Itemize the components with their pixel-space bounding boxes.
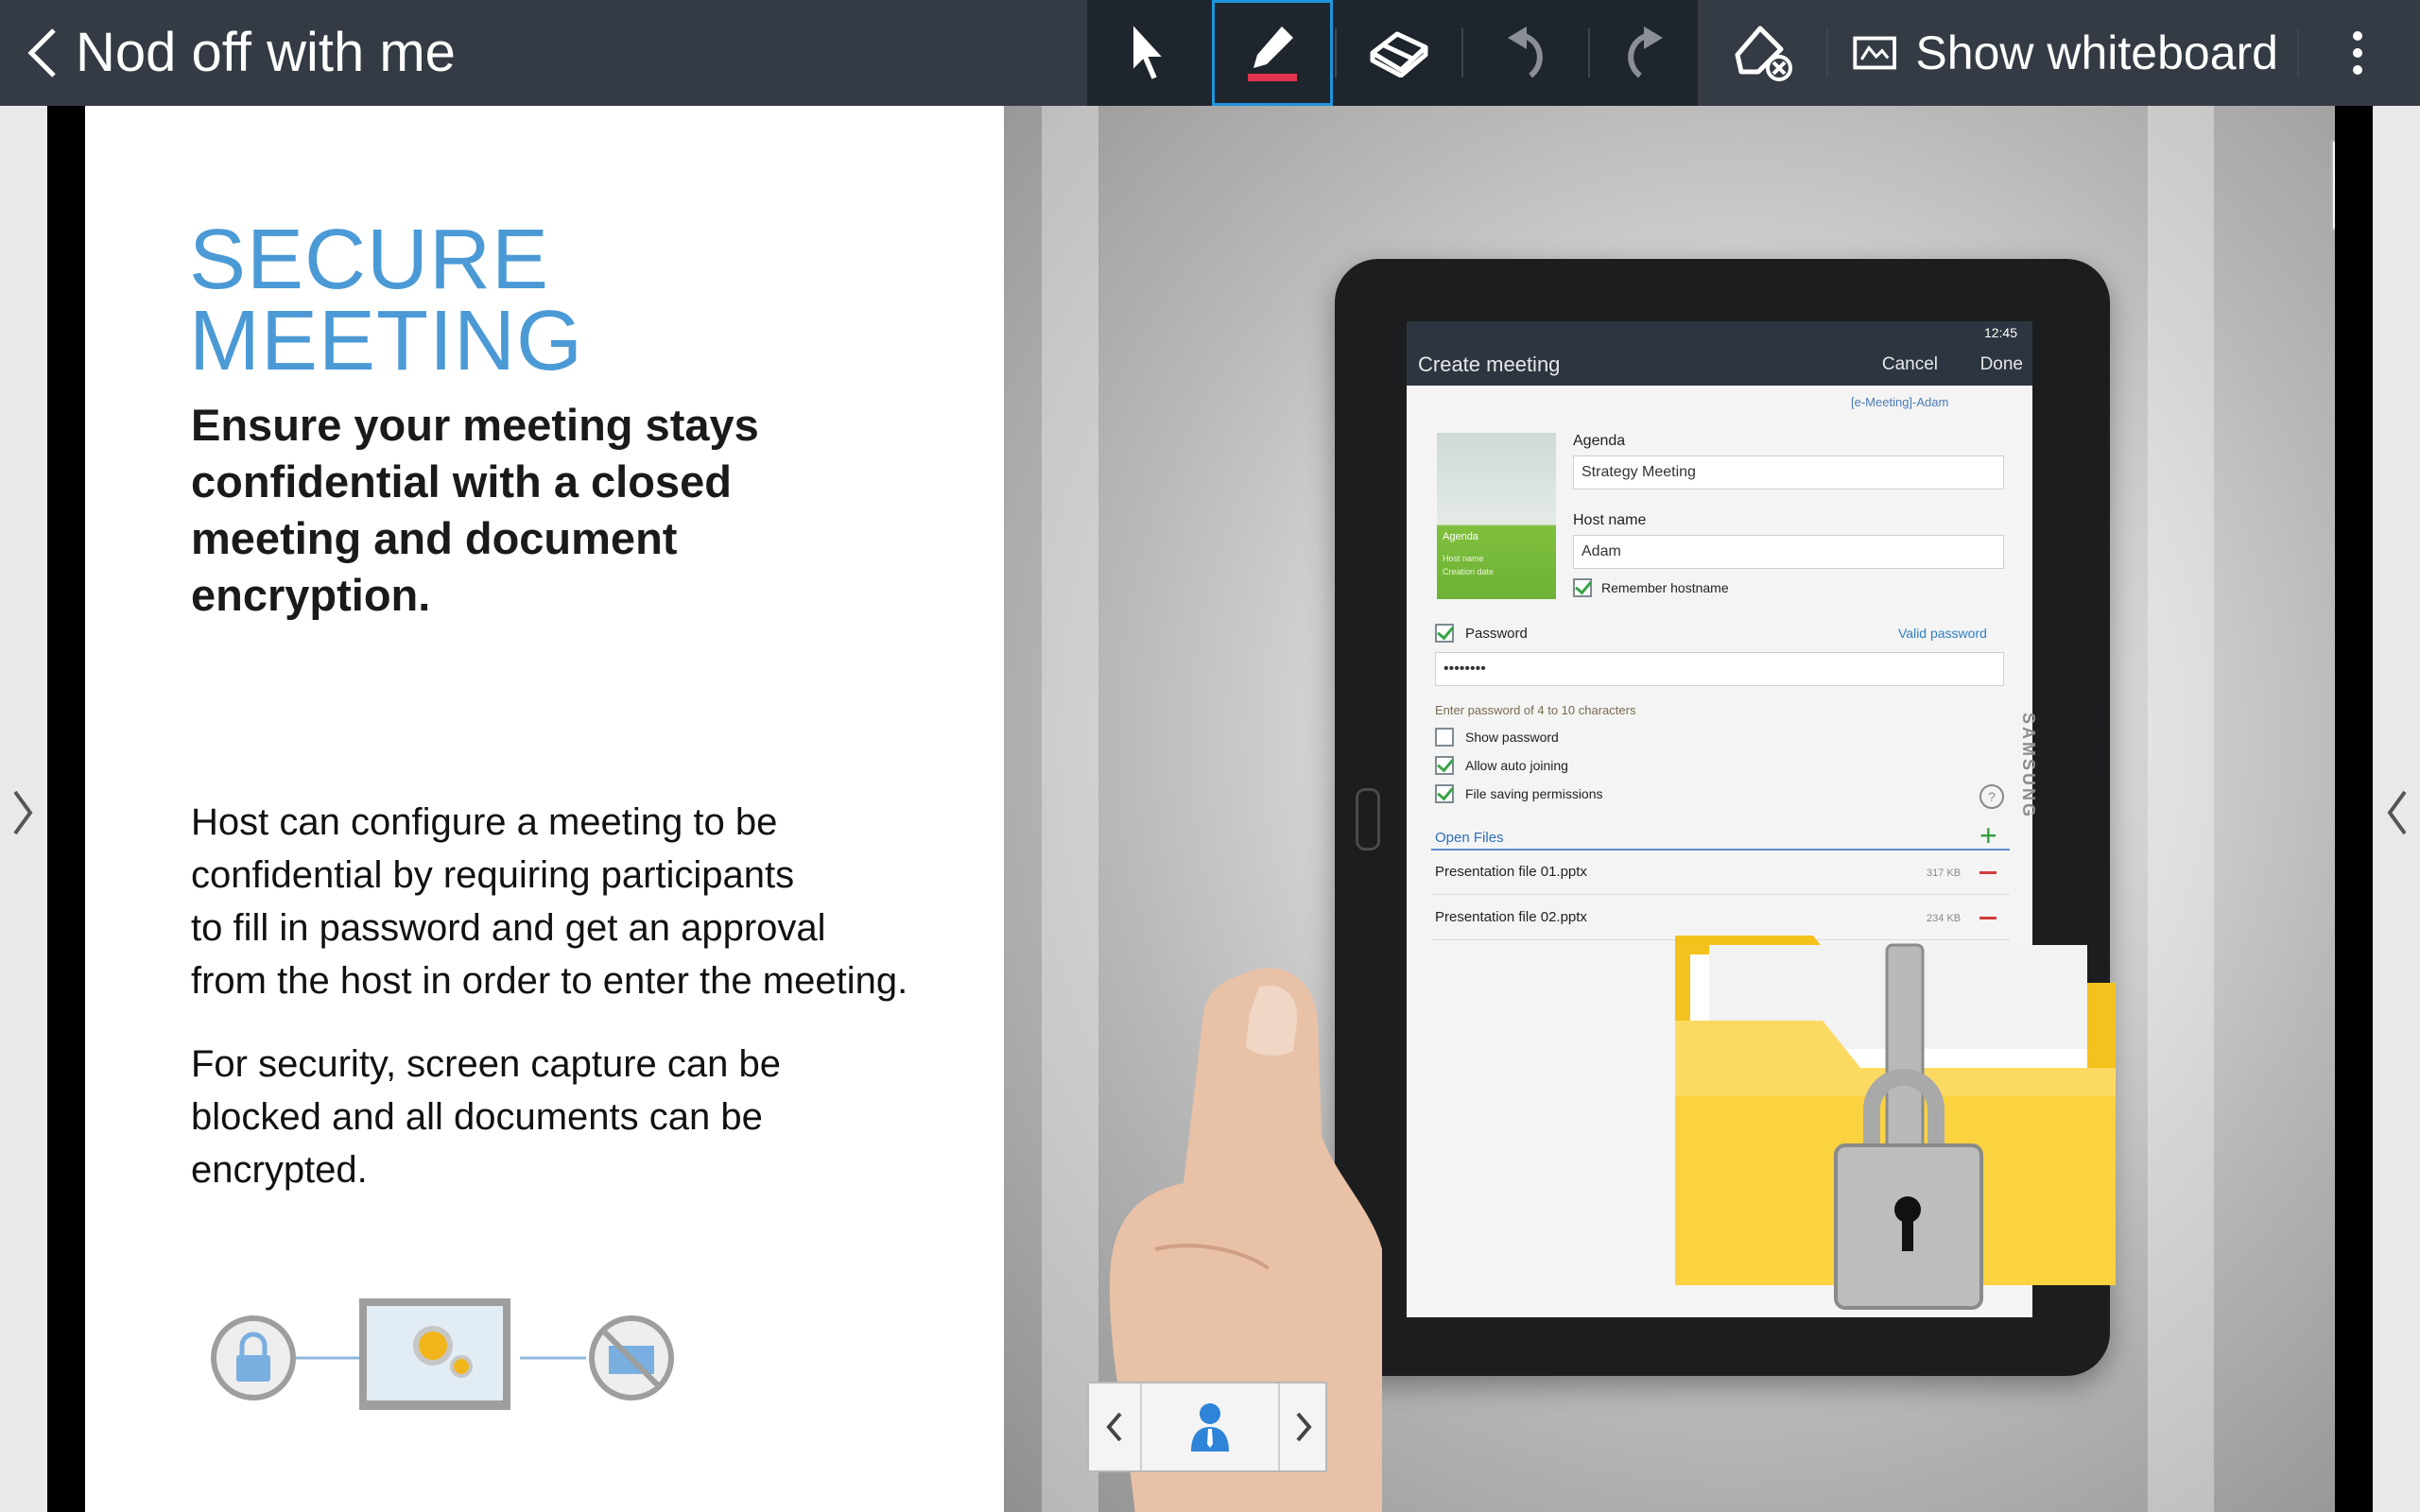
pointer-icon (1132, 22, 1167, 82)
no-capture-circle-icon (589, 1315, 674, 1400)
cancel-label: Cancel (1881, 354, 1938, 374)
undo-button[interactable] (1465, 0, 1586, 106)
chevron-left-icon (2387, 790, 2407, 835)
password-hint: Enter password of 4 to 10 characters (1435, 703, 1636, 717)
eraser-icon (1370, 31, 1428, 77)
host-name-field: Adam (1573, 535, 2004, 569)
meeting-thumbnail: Agenda Host name Creation date (1437, 433, 1556, 599)
headline-line: MEETING (189, 294, 584, 388)
remove-file-icon (1979, 871, 1996, 874)
slide-border-right (2335, 106, 2373, 1512)
allow-auto-joining-checkbox (1435, 756, 1454, 775)
presenter-icon (1191, 1403, 1229, 1452)
previous-slide-button[interactable] (1089, 1383, 1142, 1470)
redo-button[interactable] (1592, 0, 1698, 106)
done-label: Done (1979, 354, 2023, 374)
fullscreen-button[interactable] (2331, 140, 2335, 231)
open-files-label: Open Files (1435, 830, 1504, 846)
file-name: Presentation file 01.pptx (1435, 864, 1587, 880)
show-password-label: Show password (1465, 730, 1559, 745)
chevron-right-icon (1296, 1412, 1312, 1442)
meeting-title: Nod off with me (76, 22, 456, 83)
section-divider (1431, 849, 2010, 850)
eraser-tool-button[interactable] (1339, 0, 1460, 106)
valid-password-label: Valid password (1898, 626, 1987, 641)
row-divider (1431, 894, 2010, 895)
undo-icon (1508, 26, 1543, 78)
create-meeting-title: Create meeting (1418, 352, 1561, 376)
add-file-icon: + (1979, 818, 1997, 852)
background-pillar (2148, 106, 2214, 1512)
brand-logo: SAMSUNG (2019, 713, 2038, 820)
back-arrow-icon (27, 28, 56, 77)
slide-pager (1087, 1382, 1327, 1472)
thumb-title: Agenda (1443, 531, 1478, 542)
toolbar-divider (1335, 28, 1337, 77)
allow-auto-joining-label: Allow auto joining (1465, 758, 1568, 773)
agenda-label: Agenda (1573, 433, 1626, 449)
overflow-menu-icon (2353, 31, 2362, 75)
network-label: [e-Meeting]-Adam (1851, 395, 1949, 409)
back-button[interactable] (13, 25, 70, 81)
presentation-slide[interactable]: SECURE MEETING Ensure your meeting stays… (85, 106, 2335, 1512)
slide-text-panel: SECURE MEETING Ensure your meeting stays… (85, 106, 1004, 1512)
security-flow-illustration (211, 1298, 674, 1410)
next-slide-button[interactable] (1278, 1383, 1327, 1470)
toolbar-divider (2297, 28, 2299, 77)
clear-all-icon (1735, 26, 1792, 81)
background-pillar (1042, 106, 1098, 1512)
file-name: Presentation file 02.pptx (1435, 909, 1587, 925)
password-checkbox (1435, 624, 1454, 643)
whiteboard-icon (1853, 36, 1897, 70)
lock-circle-icon (211, 1315, 296, 1400)
toolbar-divider (1826, 28, 1828, 77)
toolbar-divider (1461, 28, 1463, 77)
file-saving-permissions-checkbox (1435, 784, 1454, 803)
redo-icon (1628, 26, 1663, 78)
pointer-tool-button[interactable] (1087, 0, 1208, 106)
pen-icon (1248, 26, 1297, 81)
thumb-line: Creation date (1443, 567, 1495, 576)
chevron-right-icon (13, 790, 33, 835)
slide-paragraph: Host can configure a meeting to be confi… (191, 801, 908, 1002)
agenda-field: Strategy Meeting (1573, 455, 2004, 490)
open-right-panel-button[interactable] (2378, 775, 2416, 850)
open-left-panel-button[interactable] (4, 775, 42, 850)
file-size: 317 KB (1927, 868, 1962, 879)
encrypted-folder-illustration (1675, 936, 2116, 1310)
password-field: •••••••• (1435, 652, 2004, 686)
slide-paragraph: For security, screen capture can be bloc… (191, 1043, 781, 1191)
thumb-line: Host name (1443, 554, 1484, 563)
headline-line: SECURE (189, 213, 550, 307)
chevron-left-icon (1106, 1412, 1122, 1442)
toolbar-divider (1588, 28, 1590, 77)
home-key (1356, 788, 1380, 850)
action-bar: Nod off with me Show whiteboard (0, 0, 2420, 106)
clear-all-button[interactable] (1717, 0, 1811, 106)
slide-headline: SECURE MEETING (189, 213, 584, 388)
show-whiteboard-label: Show whiteboard (1915, 26, 2278, 79)
slide-subheading: Ensure your meeting stays confidential w… (191, 400, 759, 620)
tablet-settings-icon (359, 1298, 510, 1410)
annotation-toolbar (1087, 0, 1698, 106)
remember-hostname-checkbox (1573, 578, 1592, 597)
remember-hostname-label: Remember hostname (1601, 580, 1729, 595)
show-password-checkbox (1435, 728, 1454, 747)
presenter-button[interactable] (1142, 1383, 1278, 1470)
status-bar-time: 12:45 (1407, 321, 2032, 344)
slide-image-panel: 12:45 Create meeting Cancel Done [e-Meet… (1004, 106, 2335, 1512)
help-icon: ? (1979, 784, 2004, 809)
host-name-label: Host name (1573, 512, 1647, 528)
show-whiteboard-button[interactable]: Show whiteboard (1853, 0, 2278, 106)
password-label: Password (1465, 626, 1528, 642)
overflow-menu-button[interactable] (2329, 25, 2386, 81)
file-saving-permissions-label: File saving permissions (1465, 786, 1603, 801)
slide-border-left (47, 106, 85, 1512)
create-meeting-bar: Create meeting Cancel Done (1407, 344, 2032, 386)
pen-tool-button[interactable] (1212, 0, 1333, 106)
